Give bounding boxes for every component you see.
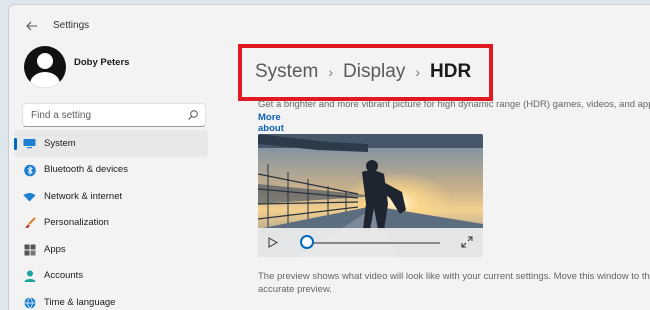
preview-note-line: The preview shows what video will look l… [258, 271, 650, 282]
title-bar: Settings [9, 5, 650, 45]
search-icon[interactable] [187, 109, 199, 121]
sidebar-item-bluetooth[interactable]: Bluetooth & devices [14, 157, 208, 184]
sidebar-item-label: Bluetooth & devices [44, 164, 128, 176]
sidebar-item-apps[interactable]: Apps [14, 236, 208, 263]
brush-icon [23, 217, 36, 230]
preview-note: The preview shows what video will look l… [258, 270, 650, 296]
sidebar-item-label: System [44, 137, 76, 149]
play-icon[interactable] [268, 237, 278, 248]
seek-bar[interactable] [306, 242, 440, 244]
seek-thumb[interactable] [300, 235, 314, 249]
sidebar-item-label: Network & internet [44, 190, 123, 202]
search-input[interactable]: Find a setting [22, 103, 206, 127]
bluetooth-icon [23, 164, 36, 177]
sidebar-item-label: Accounts [44, 270, 84, 282]
apps-icon [23, 243, 36, 256]
back-button[interactable] [23, 17, 41, 35]
wifi-icon [23, 190, 36, 203]
person-icon [23, 270, 36, 283]
sidebar-item-personalization[interactable]: Personalization [14, 210, 208, 237]
preview-note-line: accurate preview. [258, 284, 332, 295]
sidebar-item-network[interactable]: Network & internet [14, 183, 208, 210]
sidebar-item-label: Personalization [44, 217, 109, 229]
window-title: Settings [53, 20, 90, 31]
sidebar-nav: System Bluetooth & devices Network & int… [14, 130, 208, 310]
sidebar-item-accounts[interactable]: Accounts [14, 263, 208, 290]
hdr-description: Get a brighter and more vibrant picture … [258, 99, 650, 110]
highlight-box [238, 44, 493, 101]
monitor-icon [23, 137, 36, 150]
globe-icon [23, 296, 36, 309]
search-placeholder: Find a setting [31, 110, 92, 121]
sidebar-item-label: Time & language [44, 296, 116, 308]
avatar[interactable] [24, 46, 66, 88]
sidebar-item-system[interactable]: System [14, 130, 208, 157]
sidebar-item-label: Apps [44, 243, 66, 255]
sidebar-item-time-language[interactable]: Time & language [14, 289, 208, 310]
fullscreen-icon[interactable] [461, 236, 473, 248]
back-arrow-icon [26, 21, 37, 31]
user-name: Doby Peters [74, 57, 130, 68]
video-controls [258, 228, 483, 257]
